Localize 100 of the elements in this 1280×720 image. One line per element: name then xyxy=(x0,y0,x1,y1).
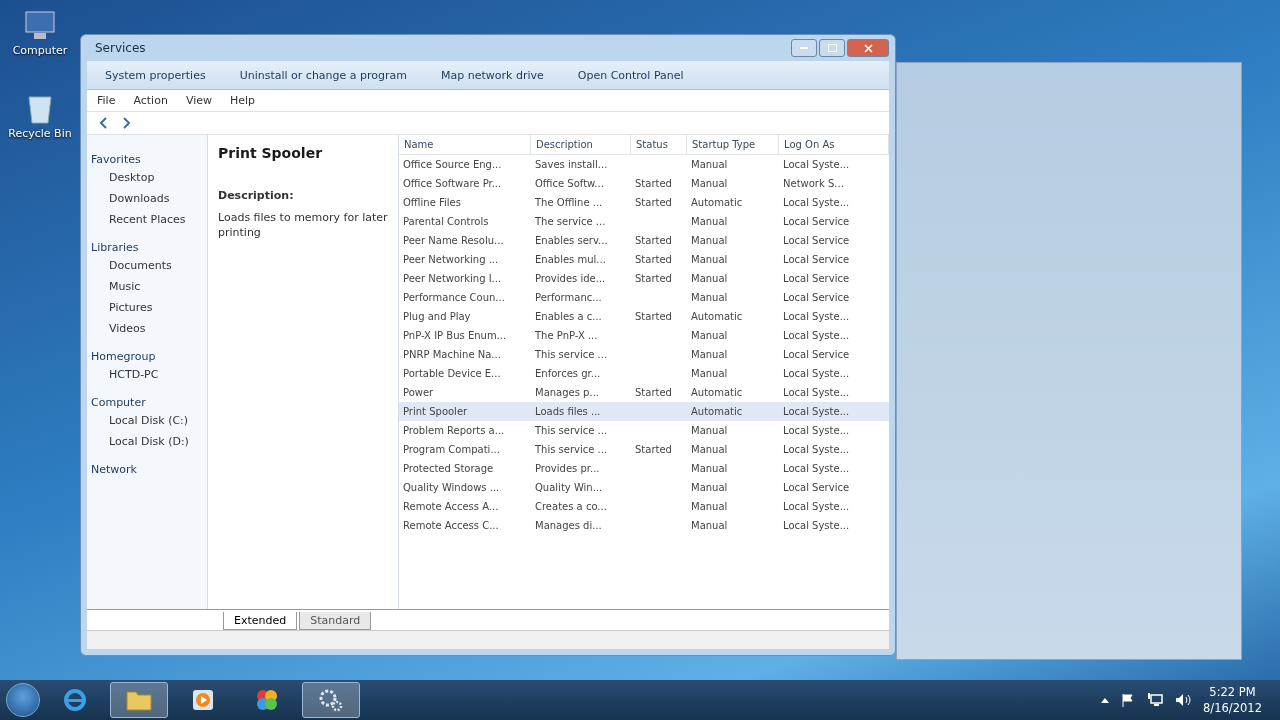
maximize-button[interactable] xyxy=(819,39,845,57)
service-title: Print Spooler xyxy=(218,145,324,161)
table-cell-text: Performance Coun... xyxy=(402,291,506,305)
network-icon[interactable] xyxy=(1147,693,1164,707)
table-cell-text: This service ... xyxy=(534,443,609,457)
table-cell-text: Manual xyxy=(690,424,729,438)
table-cell-text: Manual xyxy=(690,158,729,172)
table-cell-text: Local Service xyxy=(782,348,851,362)
table-cell-text: Manual xyxy=(690,253,729,267)
view-tab[interactable]: Extended xyxy=(223,612,298,630)
table-cell-text: Local Service xyxy=(782,291,851,305)
table-cell-text: Manages di... xyxy=(534,519,603,533)
column-header[interactable]: Description xyxy=(531,135,631,155)
table-cell-text: Peer Networking I... xyxy=(402,272,503,286)
nav-group[interactable]: Favorites xyxy=(91,153,203,166)
volume-icon[interactable] xyxy=(1175,693,1192,707)
table-cell-text: PNRP Machine Na... xyxy=(402,348,502,362)
table-cell-text: Program Compati... xyxy=(402,443,501,457)
show-hidden-icons-icon[interactable] xyxy=(1101,697,1110,703)
gears-icon xyxy=(317,687,345,713)
taskbar-button[interactable] xyxy=(302,682,360,718)
table-cell-text: Manual xyxy=(690,481,729,495)
nav-item[interactable]: Recent Places xyxy=(91,210,203,229)
desktop-icon-label: Computer xyxy=(12,44,68,57)
column-header[interactable]: Status xyxy=(631,135,687,155)
table-cell-text: The PnP-X ... xyxy=(534,329,599,343)
table-cell-text: Local Syste... xyxy=(782,310,851,324)
column-header[interactable]: Startup Type xyxy=(687,135,779,155)
table-cell-text: Local Service xyxy=(782,481,851,495)
close-button[interactable] xyxy=(847,39,889,57)
table-cell-text: Saves install... xyxy=(534,158,609,172)
nav-item[interactable]: Videos xyxy=(91,319,203,338)
table-cell-text: Local Syste... xyxy=(782,500,851,514)
table-cell-text: Automatic xyxy=(690,405,744,419)
table-cell-text: Performanc... xyxy=(534,291,603,305)
table-cell-text: Office Software Pr... xyxy=(402,177,503,191)
nav-item[interactable]: Local Disk (C:) xyxy=(91,411,203,430)
table-cell-text: Manual xyxy=(690,177,729,191)
table-cell-text: The Offline ... xyxy=(534,196,604,210)
clock[interactable]: 5:22 PM 8/16/2012 xyxy=(1203,684,1262,716)
table-cell-text: Print Spooler xyxy=(402,405,469,419)
desktop-icon-label: Recycle Bin xyxy=(8,127,72,140)
minimize-button[interactable] xyxy=(791,39,817,57)
column-header[interactable]: Name xyxy=(399,135,531,155)
table-cell-text: Started xyxy=(634,196,673,210)
table-cell-text: Local Syste... xyxy=(782,424,851,438)
table-cell-text: Peer Name Resolu... xyxy=(402,234,505,248)
nav-item[interactable]: Documents xyxy=(91,256,203,275)
table-cell-text: Local Syste... xyxy=(782,158,851,172)
table-cell-text: Automatic xyxy=(690,310,744,324)
nav-group[interactable]: Network xyxy=(91,463,203,476)
command-bar-button[interactable]: Uninstall or change a program xyxy=(235,66,412,84)
selected-row[interactable]: Print Spooler Loads files ... Automatic Local Syste... xyxy=(399,402,889,421)
nav-group[interactable]: Homegroup xyxy=(91,350,203,363)
table-cell-text: Manages p... xyxy=(534,386,600,400)
nav-group[interactable]: Libraries xyxy=(91,241,203,254)
table-cell-text: Local Syste... xyxy=(782,519,851,533)
start-button[interactable] xyxy=(6,683,40,717)
table-cell-text: Offline Files xyxy=(402,196,462,210)
menu-item[interactable]: Help xyxy=(230,94,256,107)
description-label: Description: xyxy=(218,189,295,202)
menu-item[interactable]: Action xyxy=(133,94,168,107)
table-cell-text: Manual xyxy=(690,367,729,381)
table-cell-text: Remote Access C... xyxy=(402,519,500,533)
menu-item[interactable]: View xyxy=(185,94,212,107)
table-cell-text: Manual xyxy=(690,291,729,305)
nav-item[interactable]: Downloads xyxy=(91,189,203,208)
nav-item[interactable]: Local Disk (D:) xyxy=(91,432,203,451)
maximize-icon xyxy=(827,44,837,52)
table-cell-text: Office Source Eng... xyxy=(402,158,503,172)
table-cell-text: Manual xyxy=(690,329,729,343)
table-cell-text: Local Syste... xyxy=(782,329,851,343)
column-header[interactable]: Log On As xyxy=(779,135,889,155)
table-cell-text: Local Syste... xyxy=(782,405,851,419)
computer-icon xyxy=(22,10,58,42)
table-cell-text: Local Syste... xyxy=(782,443,851,457)
table-cell-text: Quality Windows ... xyxy=(402,481,501,495)
table-cell-text: This service ... xyxy=(534,424,609,438)
view-tab[interactable]: Standard xyxy=(299,612,372,630)
table-cell-text: Local Service xyxy=(782,215,851,229)
table-cell-text: Automatic xyxy=(690,196,744,210)
command-bar-button[interactable]: Open Control Panel xyxy=(573,66,688,84)
table-cell-text: Started xyxy=(634,443,673,457)
table-cell-text: Power xyxy=(402,386,435,400)
nav-item[interactable]: Music xyxy=(91,277,203,296)
nav-group[interactable]: Computer xyxy=(91,396,203,409)
table-cell-text: Creates a co... xyxy=(534,500,608,514)
nav-item[interactable]: HCTD-PC xyxy=(91,365,203,384)
flag-icon[interactable] xyxy=(1121,693,1136,707)
nav-item[interactable]: Pictures xyxy=(91,298,203,317)
table-cell-text: Loads files ... xyxy=(534,405,602,419)
table-cell-text: Local Service xyxy=(782,234,851,248)
table-cell-text: Started xyxy=(634,272,673,286)
table-cell-text: Enforces gr... xyxy=(534,367,602,381)
palette-icon xyxy=(254,687,280,713)
nav-item[interactable]: Desktop xyxy=(91,168,203,187)
table-cell-text: Office Softw... xyxy=(534,177,605,191)
command-bar-button[interactable]: System properties xyxy=(101,66,210,84)
menu-item[interactable]: File xyxy=(97,94,116,107)
command-bar-button[interactable]: Map network drive xyxy=(437,66,548,84)
